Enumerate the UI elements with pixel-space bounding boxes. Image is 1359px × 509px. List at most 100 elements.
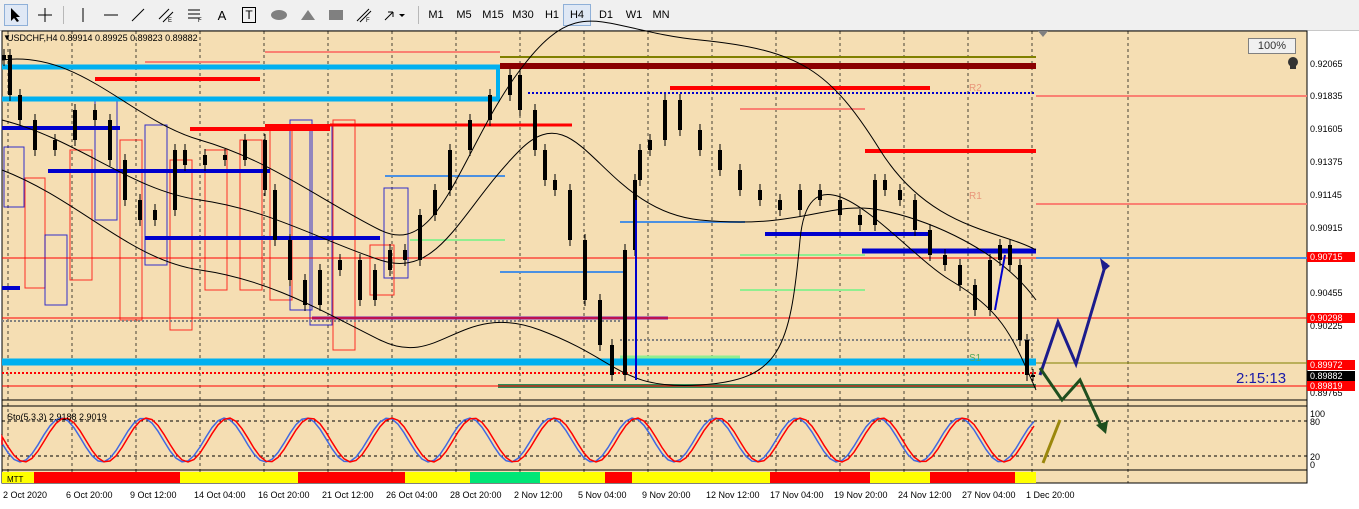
price-label: 0.90915 xyxy=(1310,223,1343,233)
candle-body xyxy=(738,170,742,190)
candle-body xyxy=(1031,375,1035,377)
candle-body xyxy=(173,150,177,210)
date-label: 9 Oct 12:00 xyxy=(130,490,177,500)
candle-body xyxy=(648,140,652,150)
candle-body xyxy=(403,250,407,260)
mtt-segment xyxy=(540,472,605,483)
candle-body xyxy=(583,240,587,300)
zoom-indicator[interactable]: 100% xyxy=(1248,38,1296,54)
mtt-segment xyxy=(870,472,930,483)
price-label: 0.91375 xyxy=(1310,157,1343,167)
candle-body xyxy=(373,270,377,300)
candle-body xyxy=(873,180,877,225)
candle-body xyxy=(468,120,472,150)
price-label: 0.90455 xyxy=(1310,288,1343,298)
osc-level: 0 xyxy=(1310,460,1316,470)
price-label: 0.92065 xyxy=(1310,59,1343,69)
candle-body xyxy=(203,155,207,165)
mtt-segment xyxy=(930,472,1015,483)
date-label: 9 Nov 20:00 xyxy=(642,490,691,500)
date-label: 14 Oct 04:00 xyxy=(194,490,246,500)
price-tag: 0.89819 xyxy=(1307,381,1355,391)
candle-body xyxy=(318,270,322,305)
candle-body xyxy=(610,345,614,375)
candle-body xyxy=(358,260,362,300)
price-tag: 0.89972 xyxy=(1307,360,1355,370)
candle-body xyxy=(858,215,862,225)
candle-body xyxy=(758,190,762,200)
candle-body xyxy=(568,190,572,240)
pivot-label-s1: S1 xyxy=(969,353,982,364)
candle-body xyxy=(638,150,642,180)
candle-body xyxy=(898,190,902,200)
date-label: 27 Nov 04:00 xyxy=(962,490,1016,500)
oscillator-label: Sto(5,3,3) 2.9188 2.9019 xyxy=(7,412,107,422)
candle-body xyxy=(93,110,97,120)
candle-body xyxy=(243,140,247,160)
candle-body xyxy=(1025,340,1029,375)
candle-body xyxy=(508,75,512,95)
candle-body xyxy=(183,150,187,165)
candle-body xyxy=(988,260,992,310)
date-label: 6 Oct 20:00 xyxy=(66,490,113,500)
mtt-label: MTT xyxy=(7,475,24,484)
candle-body xyxy=(388,250,392,270)
collapse-arrow-icon[interactable]: ▼ xyxy=(3,33,11,42)
mtt-segment xyxy=(34,472,180,483)
date-label: 12 Nov 12:00 xyxy=(706,490,760,500)
candle-body xyxy=(263,140,267,190)
mtt-segment xyxy=(605,472,632,483)
candle-body xyxy=(943,255,947,265)
candle-countdown: 2:15:13 xyxy=(1236,370,1287,387)
candle-body xyxy=(18,95,22,120)
mtt-segment xyxy=(770,472,870,483)
candle-body xyxy=(883,180,887,190)
candle-body xyxy=(73,110,77,140)
mtt-segment xyxy=(470,472,540,483)
date-label: 19 Nov 20:00 xyxy=(834,490,888,500)
osc-level: 80 xyxy=(1310,417,1321,427)
date-label: 2 Oct 2020 xyxy=(3,490,48,500)
candle-body xyxy=(2,55,6,60)
candle-body xyxy=(108,120,112,160)
date-label: 1 Dec 20:00 xyxy=(1026,490,1075,500)
price-label: 0.91605 xyxy=(1310,124,1343,134)
candle-body xyxy=(958,265,962,285)
candle-body xyxy=(543,150,547,180)
candle-body xyxy=(448,150,452,190)
candle-body xyxy=(433,190,437,215)
candle-body xyxy=(698,130,702,150)
candle-body xyxy=(678,100,682,130)
mtt-segment xyxy=(632,472,770,483)
mtt-segment xyxy=(1015,472,1036,483)
date-label: 26 Oct 04:00 xyxy=(386,490,438,500)
price-tag: 0.89882 xyxy=(1307,371,1355,381)
candle-body xyxy=(223,155,227,160)
price-tag: 0.90715 xyxy=(1307,252,1355,262)
candle-body xyxy=(973,285,977,310)
mtt-segment xyxy=(180,472,298,483)
mtt-segment xyxy=(298,472,405,483)
candle-body xyxy=(303,280,307,305)
candle-body xyxy=(53,140,57,150)
date-label: 5 Nov 04:00 xyxy=(578,490,627,500)
candle-body xyxy=(533,110,537,150)
candle-body xyxy=(1018,265,1022,340)
candle-body xyxy=(123,160,127,200)
price-chart[interactable] xyxy=(0,0,1359,509)
candle-body xyxy=(8,55,12,95)
date-label: 16 Oct 20:00 xyxy=(258,490,310,500)
date-label: 21 Oct 12:00 xyxy=(322,490,374,500)
candle-body xyxy=(488,95,492,120)
candle-body xyxy=(338,260,342,270)
candle-body xyxy=(153,210,157,220)
candle-body xyxy=(518,75,522,110)
candle-body xyxy=(928,230,932,255)
candle-body xyxy=(288,240,292,280)
pivot-label-r2: R2 xyxy=(969,83,982,94)
date-label: 24 Nov 12:00 xyxy=(898,490,952,500)
candle-body xyxy=(818,190,822,200)
mtt-bar xyxy=(2,472,1036,483)
date-label: 2 Nov 12:00 xyxy=(514,490,563,500)
candle-body xyxy=(33,120,37,150)
